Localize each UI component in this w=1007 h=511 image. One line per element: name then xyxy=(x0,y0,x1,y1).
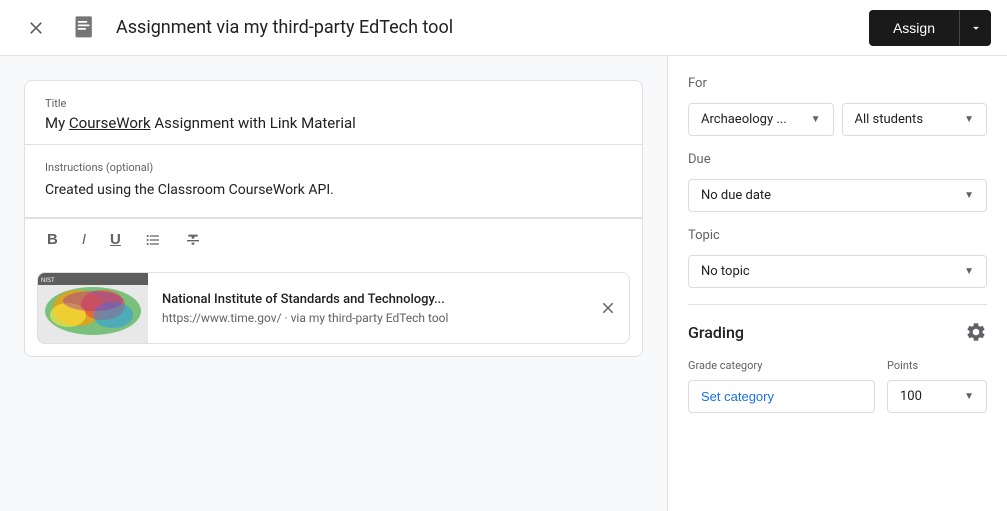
points-label: Points xyxy=(887,359,987,372)
italic-button[interactable]: I xyxy=(76,227,92,252)
document-icon xyxy=(68,10,104,46)
title-value: My CourseWork Assignment with Link Mater… xyxy=(45,114,622,132)
assign-dropdown-button[interactable] xyxy=(959,10,991,46)
grading-header: Grading xyxy=(688,321,987,343)
topic-label: Topic xyxy=(688,228,987,243)
points-dropdown[interactable]: 100 ▼ xyxy=(887,380,987,413)
attachment-section: NIST National Institute of Standards and… xyxy=(37,272,630,344)
grade-category-label: Grade category xyxy=(688,359,875,372)
students-dropdown[interactable]: All students ▼ xyxy=(842,103,988,136)
attachment-card: NIST National Institute of Standards and… xyxy=(37,272,630,344)
due-date-arrow: ▼ xyxy=(964,190,974,201)
map-svg: NIST xyxy=(38,273,148,343)
close-icon xyxy=(26,18,46,38)
close-button[interactable] xyxy=(16,8,56,48)
left-panel: Title My CourseWork Assignment with Link… xyxy=(0,56,667,511)
main-content: Title My CourseWork Assignment with Link… xyxy=(0,56,1007,511)
right-panel: For Archaeology ... ▼ All students ▼ Due… xyxy=(667,56,1007,511)
grade-category-col: Grade category Set category xyxy=(688,359,875,413)
bold-button[interactable]: B xyxy=(41,227,64,252)
strikethrough-icon xyxy=(185,232,201,248)
svg-text:NIST: NIST xyxy=(41,278,55,284)
title-underlined: CourseWork xyxy=(69,114,151,132)
attachment-via-text: · via my third-party EdTech tool xyxy=(282,311,449,325)
map-image: NIST xyxy=(38,273,148,343)
list-button[interactable] xyxy=(139,228,167,252)
title-prefix: My xyxy=(45,114,69,132)
grading-settings-button[interactable] xyxy=(965,321,987,343)
list-icon xyxy=(145,232,161,248)
attachment-title: National Institute of Standards and Tech… xyxy=(162,292,573,307)
grading-columns: Grade category Set category Points 100 ▼ xyxy=(688,359,987,413)
instructions-section: Instructions (optional) Created using th… xyxy=(25,145,642,218)
topbar: Assignment via my third-party EdTech too… xyxy=(0,0,1007,56)
set-category-button[interactable]: Set category xyxy=(688,380,875,413)
topbar-left: Assignment via my third-party EdTech too… xyxy=(16,8,869,48)
attachment-thumbnail: NIST xyxy=(38,273,148,343)
class-dropdown-value: Archaeology ... xyxy=(701,112,787,127)
due-date-value: No due date xyxy=(701,188,771,203)
attachment-url-text: https://www.time.gov/ xyxy=(162,311,282,325)
topbar-right: Assign xyxy=(869,10,991,46)
for-label: For xyxy=(688,76,987,91)
underline-button[interactable]: U xyxy=(104,227,127,252)
page-title: Assignment via my third-party EdTech too… xyxy=(116,17,453,38)
due-date-dropdown[interactable]: No due date ▼ xyxy=(688,179,987,212)
points-value: 100 xyxy=(900,389,922,404)
topic-value: No topic xyxy=(701,264,750,279)
class-dropdown[interactable]: Archaeology ... ▼ xyxy=(688,103,834,136)
title-label: Title xyxy=(45,97,622,110)
divider xyxy=(688,304,987,305)
points-dropdown-arrow: ▼ xyxy=(964,391,974,402)
students-dropdown-arrow: ▼ xyxy=(964,114,974,125)
attachment-url: https://www.time.gov/ · via my third-par… xyxy=(162,311,573,325)
due-label: Due xyxy=(688,152,987,167)
grading-title: Grading xyxy=(688,323,744,342)
assignment-form-card: Title My CourseWork Assignment with Link… xyxy=(24,80,643,357)
for-dropdowns-row: Archaeology ... ▼ All students ▼ xyxy=(688,103,987,136)
instructions-value: Created using the Classroom CourseWork A… xyxy=(45,180,622,201)
instructions-label: Instructions (optional) xyxy=(45,161,622,174)
formatting-toolbar: B I U xyxy=(25,218,642,260)
class-dropdown-arrow: ▼ xyxy=(811,114,821,125)
title-section: Title My CourseWork Assignment with Link… xyxy=(25,81,642,145)
points-col: Points 100 ▼ xyxy=(887,359,987,413)
attachment-info: National Institute of Standards and Tech… xyxy=(148,282,587,335)
attachment-remove-button[interactable] xyxy=(587,291,629,325)
assign-button[interactable]: Assign xyxy=(869,10,959,46)
topic-arrow: ▼ xyxy=(964,266,974,277)
gear-icon xyxy=(965,321,987,343)
students-dropdown-value: All students xyxy=(855,112,924,127)
close-icon xyxy=(599,299,617,317)
title-suffix: Assignment with Link Material xyxy=(151,114,356,132)
chevron-down-icon xyxy=(969,21,983,35)
strikethrough-button[interactable] xyxy=(179,228,207,252)
topic-dropdown[interactable]: No topic ▼ xyxy=(688,255,987,288)
